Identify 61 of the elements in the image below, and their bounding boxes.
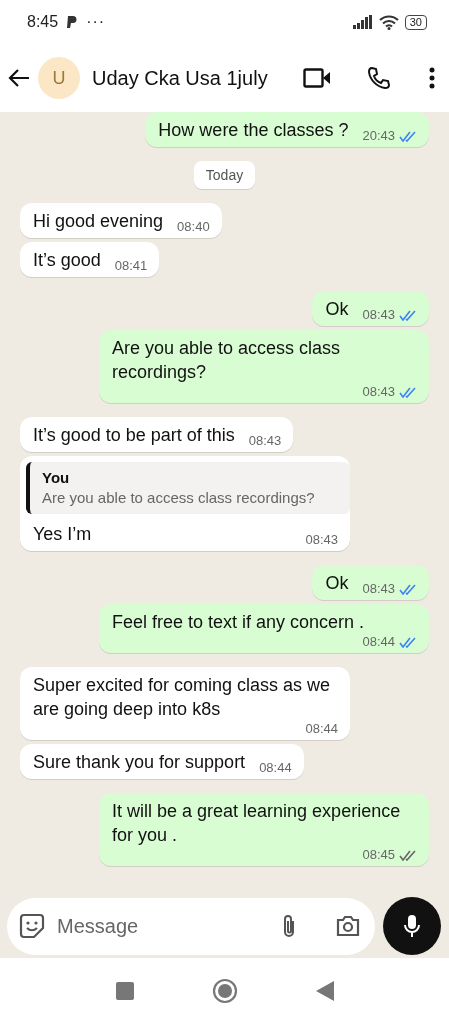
incoming-message[interactable]: It’s good 08:41 <box>20 242 160 277</box>
message-field[interactable]: Message <box>55 913 271 939</box>
signal-icon <box>352 15 373 29</box>
message-text: Yes I’m <box>33 523 92 546</box>
phone-icon[interactable] <box>367 66 391 90</box>
sticker-icon[interactable] <box>19 913 45 939</box>
incoming-message[interactable]: Sure thank you for support 08:44 <box>20 744 304 779</box>
camera-icon[interactable] <box>335 915 361 937</box>
message-time: 08:43 <box>362 581 395 597</box>
more-notifications: ··· <box>86 13 106 31</box>
message-text: It’s good to be part of this <box>33 424 235 447</box>
message-time: 08:43 <box>362 384 395 400</box>
message-text: Are you able to access class recordings? <box>112 337 342 384</box>
microphone-icon <box>404 914 420 938</box>
message-text: Ok <box>325 572 349 595</box>
incoming-message[interactable]: Hi good evening 08:40 <box>20 203 222 238</box>
incoming-message[interactable]: Super excited for coming class as we are going deep into k8s 08:44 <box>20 667 350 740</box>
microphone-button[interactable] <box>383 897 441 955</box>
quote-text: Are you able to access class recordings? <box>42 488 316 508</box>
message-time: 08:41 <box>114 258 148 274</box>
outgoing-message[interactable]: It will be a great learning experience for you . 08:45 <box>99 793 429 866</box>
message-text: It will be a great learning experience for you . <box>112 800 402 847</box>
outgoing-message[interactable]: Ok 08:43 <box>312 565 429 600</box>
message-text: Sure thank you for support <box>33 751 246 774</box>
message-time: 08:43 <box>248 433 282 449</box>
message-text: It’s good <box>33 249 101 272</box>
outgoing-message[interactable]: Feel free to text if any concern . 08:44 <box>99 604 429 653</box>
message-text: How were the classes ? <box>158 119 349 142</box>
message-time: 08:44 <box>362 634 395 650</box>
message-bar[interactable]: Message <box>7 897 375 955</box>
video-call-icon[interactable] <box>303 67 331 89</box>
outgoing-message[interactable]: How were the classes ? 20:43 <box>145 112 429 147</box>
wifi-icon <box>378 14 399 30</box>
message-text: Feel free to text if any concern . <box>112 611 365 634</box>
message-time: 08:44 <box>305 721 338 737</box>
message-text: Ok <box>325 298 349 321</box>
back-arrow-icon[interactable] <box>8 68 30 88</box>
quoted-reply[interactable]: You Are you able to access class recordings? <box>26 462 350 514</box>
incoming-message[interactable]: It’s good to be part of this 08:43 <box>20 417 294 452</box>
incoming-message[interactable]: You Are you able to access class recordings? Yes I’m 08:43 <box>20 456 350 551</box>
message-time: 08:44 <box>259 760 292 776</box>
paypal-icon <box>66 15 79 29</box>
message-time: 08:45 <box>362 847 395 863</box>
message-time: 20:43 <box>362 128 395 144</box>
message-text: Super excited for coming class as we are going deep into k8s <box>33 674 332 721</box>
home-icon[interactable] <box>211 978 238 1004</box>
outgoing-message[interactable]: Are you able to access class recordings? 08:43 <box>99 330 429 403</box>
recents-icon[interactable] <box>115 982 134 1000</box>
message-time: 08:40 <box>177 219 210 235</box>
paperclip-icon[interactable] <box>281 913 297 939</box>
clock-time: 8:45 <box>27 13 59 31</box>
date-chip: Today <box>193 161 256 189</box>
contact-name[interactable]: Uday Cka Usa 1july <box>92 66 295 90</box>
battery-level: 30 <box>404 14 427 30</box>
message-text: Hi good evening <box>33 210 164 233</box>
message-time: 08:43 <box>305 532 338 548</box>
message-time: 08:43 <box>362 307 395 323</box>
quote-author: You <box>42 468 71 488</box>
more-options-icon[interactable] <box>429 67 435 89</box>
back-icon[interactable] <box>315 981 334 1001</box>
outgoing-message[interactable]: Ok 08:43 <box>312 291 429 326</box>
